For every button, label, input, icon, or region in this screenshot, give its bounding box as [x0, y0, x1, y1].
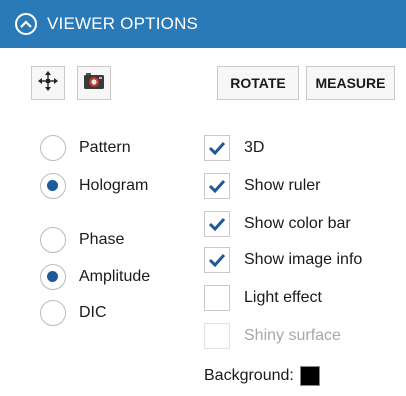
- radio-label: Hologram: [79, 177, 149, 194]
- four-way-arrows-icon: [37, 70, 59, 97]
- checkbox-show-image-info[interactable]: Show image info: [204, 246, 362, 274]
- checkbox-show-ruler[interactable]: Show ruler: [204, 172, 320, 200]
- snapshot-button[interactable]: [77, 66, 111, 100]
- camera-icon: [83, 71, 105, 96]
- viewer-options-header[interactable]: VIEWER OPTIONS: [0, 0, 406, 48]
- radio-pattern-button[interactable]: [40, 135, 66, 161]
- panel-title: VIEWER OPTIONS: [47, 14, 199, 33]
- radio-label: Amplitude: [79, 268, 151, 285]
- radio-phase-button[interactable]: [40, 227, 66, 253]
- rotate-button[interactable]: ROTATE: [217, 66, 299, 100]
- background-label: Background:: [204, 367, 294, 384]
- viewer-options-panel: VIEWER OPTIONS ROTATE MEASURE Pattern Ho…: [0, 0, 406, 396]
- checkbox-light-effect[interactable]: Light effect: [204, 284, 322, 312]
- radio-label: Pattern: [79, 139, 131, 156]
- radio-hologram[interactable]: Hologram: [40, 172, 148, 200]
- checkmark-icon: [208, 253, 226, 267]
- checkbox-show-color-bar-box[interactable]: [204, 211, 230, 237]
- checkbox-show-image-info-box[interactable]: [204, 247, 230, 273]
- background-color-swatch[interactable]: [299, 366, 320, 386]
- background-color-row: Background:: [204, 364, 320, 388]
- radio-hologram-button[interactable]: [40, 173, 66, 199]
- checkmark-icon: [208, 141, 226, 155]
- checkbox-label: Show color bar: [244, 215, 351, 232]
- checkbox-label: Show image info: [244, 251, 363, 268]
- radio-label: Phase: [79, 231, 125, 248]
- radio-amplitude-button[interactable]: [40, 264, 66, 290]
- checkbox-shiny-surface: Shiny surface: [204, 322, 341, 350]
- checkmark-icon: [208, 217, 226, 231]
- checkbox-light-effect-box[interactable]: [204, 285, 230, 311]
- center-view-button[interactable]: [31, 66, 65, 100]
- checkbox-3d-box[interactable]: [204, 135, 230, 161]
- chevron-up-icon[interactable]: [15, 13, 37, 35]
- measure-button[interactable]: MEASURE: [306, 66, 395, 100]
- checkbox-label: Light effect: [244, 289, 322, 306]
- checkbox-show-color-bar[interactable]: Show color bar: [204, 210, 351, 238]
- radio-dic[interactable]: DIC: [40, 299, 107, 327]
- radio-label: DIC: [79, 304, 107, 321]
- radio-pattern[interactable]: Pattern: [40, 134, 131, 162]
- checkbox-show-ruler-box[interactable]: [204, 173, 230, 199]
- radio-amplitude[interactable]: Amplitude: [40, 263, 150, 291]
- checkbox-label: Shiny surface: [244, 327, 341, 344]
- checkbox-label: 3D: [244, 139, 265, 156]
- radio-phase[interactable]: Phase: [40, 226, 124, 254]
- radio-dic-button[interactable]: [40, 300, 66, 326]
- checkbox-shiny-surface-box: [204, 323, 230, 349]
- checkmark-icon: [208, 179, 226, 193]
- checkbox-3d[interactable]: 3D: [204, 134, 264, 162]
- checkbox-label: Show ruler: [244, 177, 321, 194]
